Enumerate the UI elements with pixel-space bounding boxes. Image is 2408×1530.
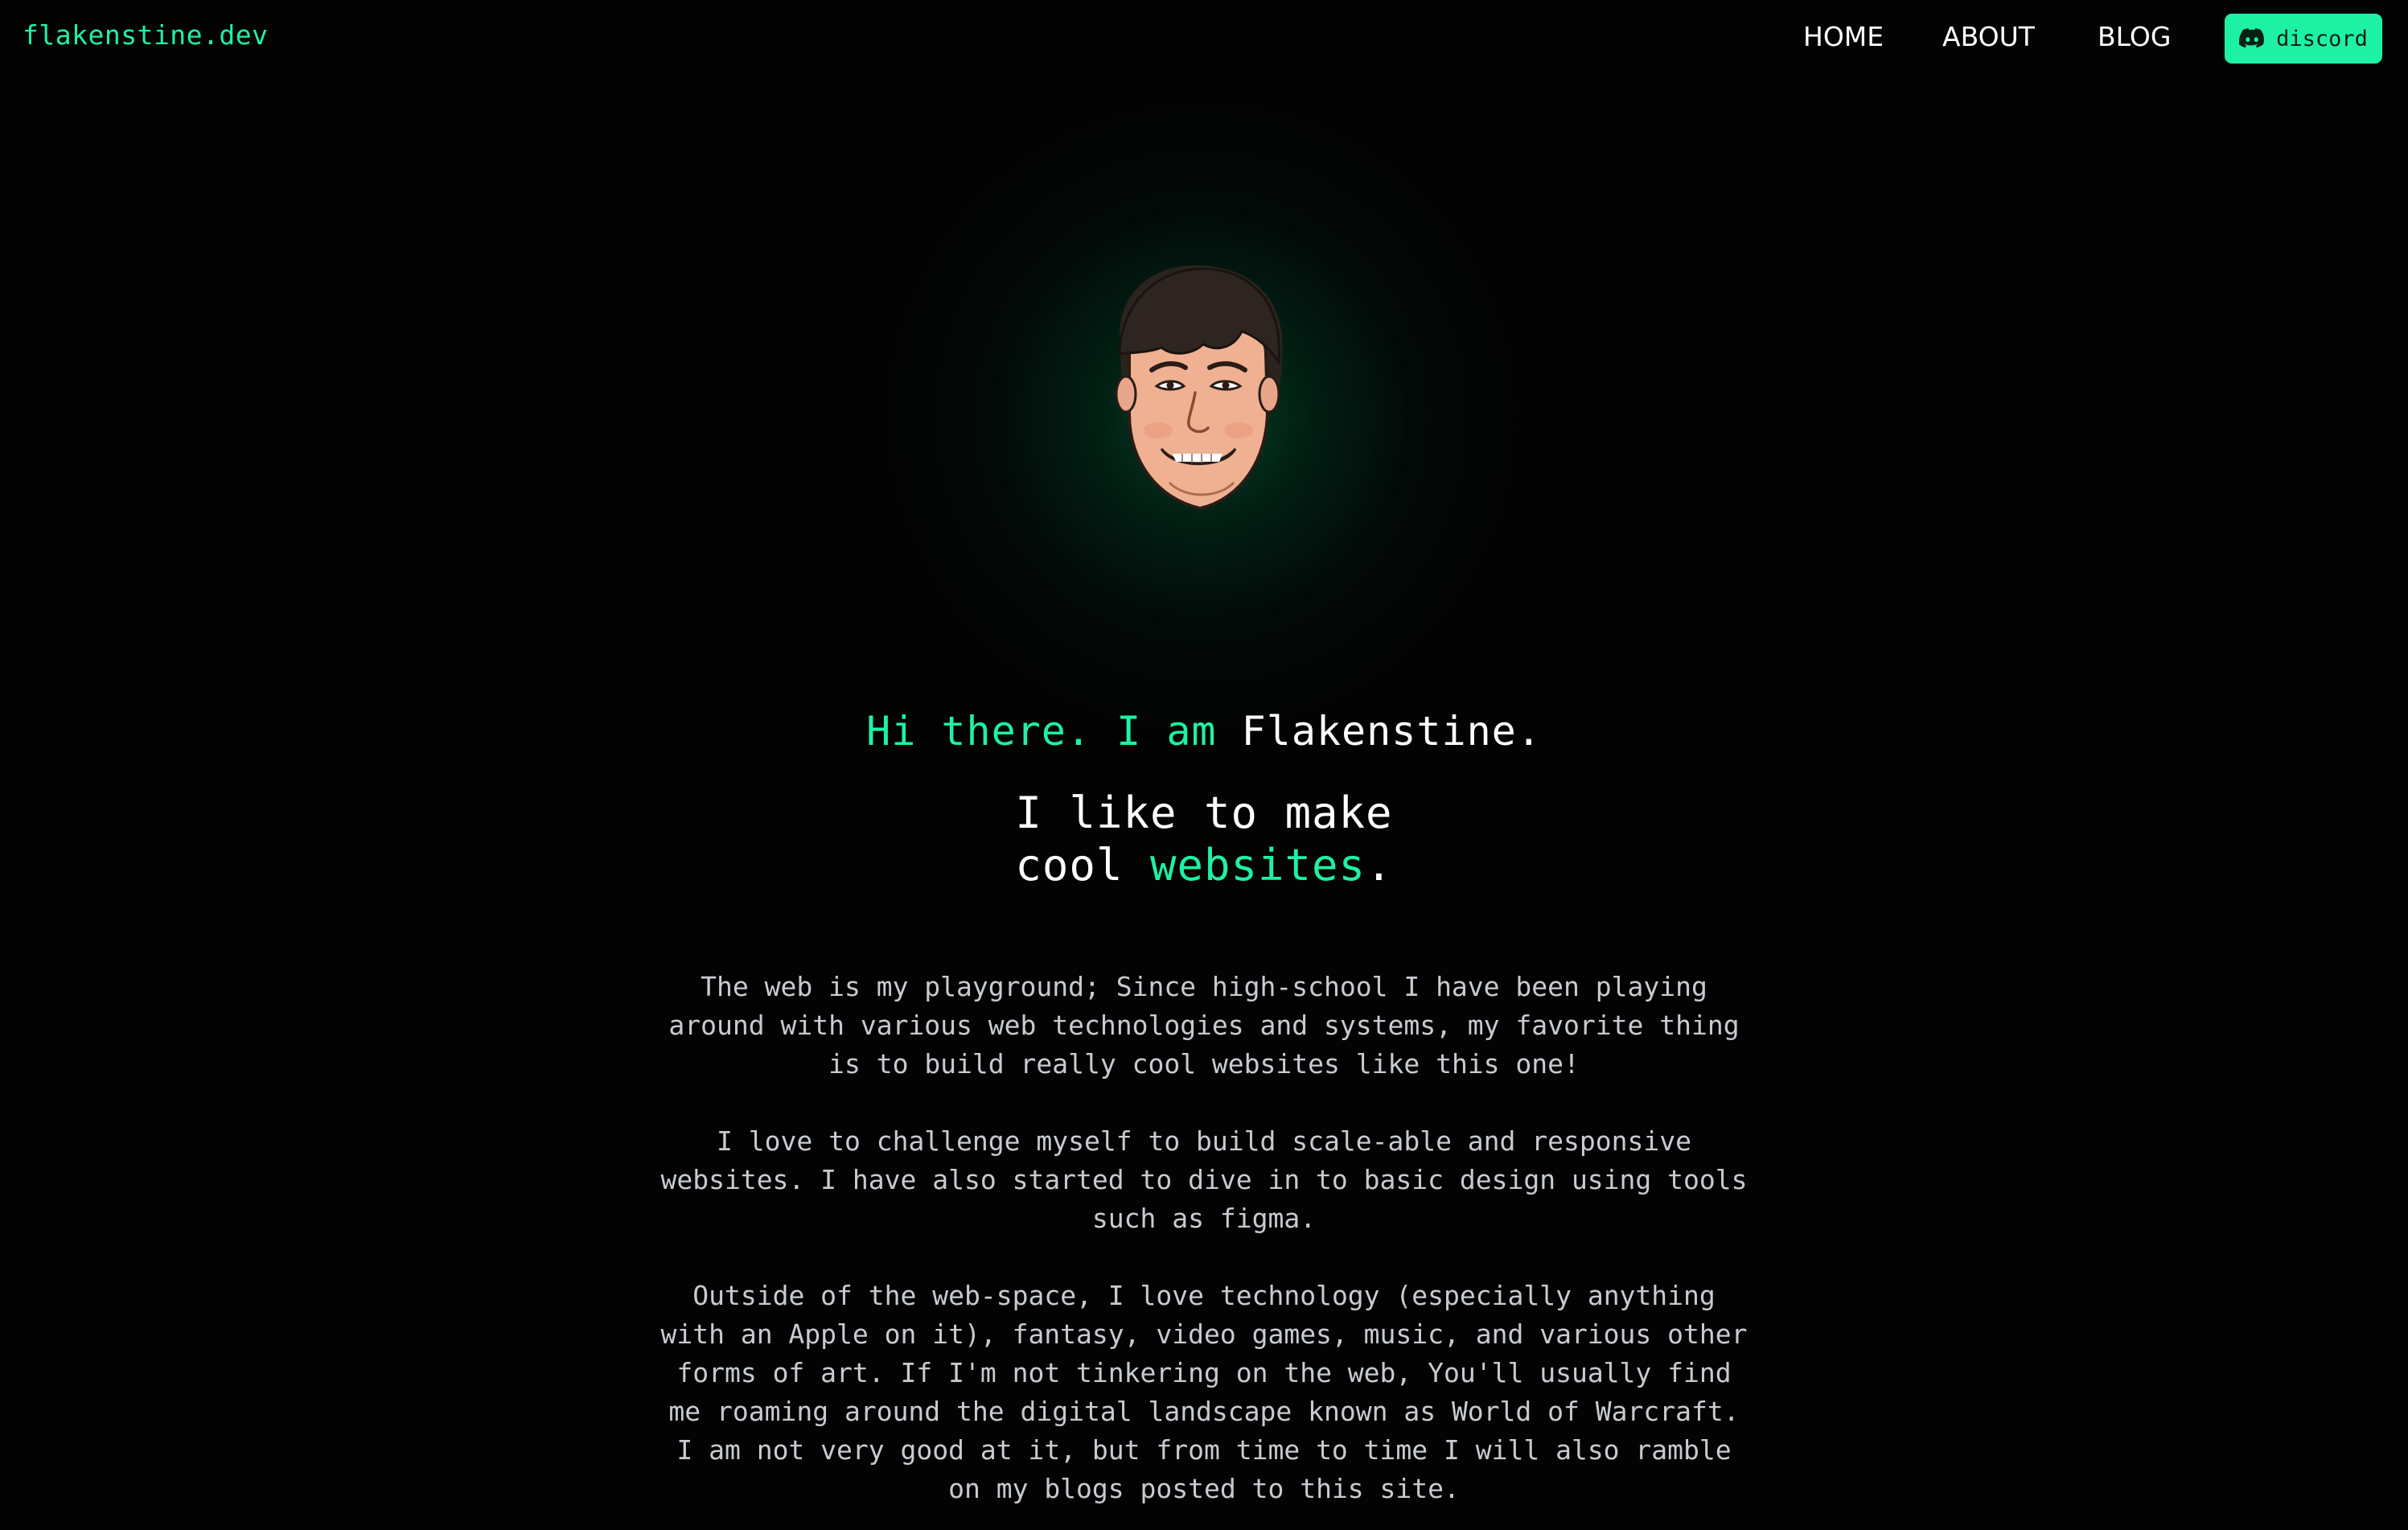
nav-blog-link[interactable]: BLOG bbox=[2098, 21, 2171, 52]
hero-greeting: Hi there. I am Flakenstine. bbox=[0, 708, 2408, 755]
nav-home-link[interactable]: HOME bbox=[1803, 21, 1884, 52]
greeting-name: Flakenstine bbox=[1241, 708, 1517, 755]
discord-button-label: discord bbox=[2276, 26, 2368, 51]
site-logo-link[interactable]: flakenstine.dev bbox=[23, 19, 269, 51]
page: flakenstine.dev HOME ABOUT BLOG discord bbox=[0, 0, 2408, 1530]
about-paragraph: Outside of the web-space, I love technol… bbox=[660, 1280, 1748, 1504]
tagline-accent-word: websites bbox=[1149, 840, 1366, 890]
tagline-line-1: I like to make bbox=[1015, 788, 1393, 838]
nav-about-link[interactable]: ABOUT bbox=[1942, 21, 2035, 52]
about-paragraph: The web is my playground; Since high-sch… bbox=[668, 971, 1740, 1080]
discord-button[interactable]: discord bbox=[2225, 14, 2382, 64]
greeting-accent-text: Hi there. I am bbox=[866, 708, 1242, 755]
greeting-period: . bbox=[1516, 708, 1542, 755]
tagline-line-2-start: cool bbox=[1015, 840, 1150, 890]
discord-icon bbox=[2239, 28, 2265, 48]
site-header: flakenstine.dev HOME ABOUT BLOG discord bbox=[0, 0, 2408, 77]
avatar bbox=[1115, 265, 1283, 511]
hero-tagline: I like to make cool websites. bbox=[0, 787, 2408, 891]
about-paragraph: I love to challenge myself to build scal… bbox=[660, 1125, 1748, 1234]
tagline-period: . bbox=[1366, 840, 1393, 890]
tagline-line-2: cool websites. bbox=[0, 839, 2408, 891]
